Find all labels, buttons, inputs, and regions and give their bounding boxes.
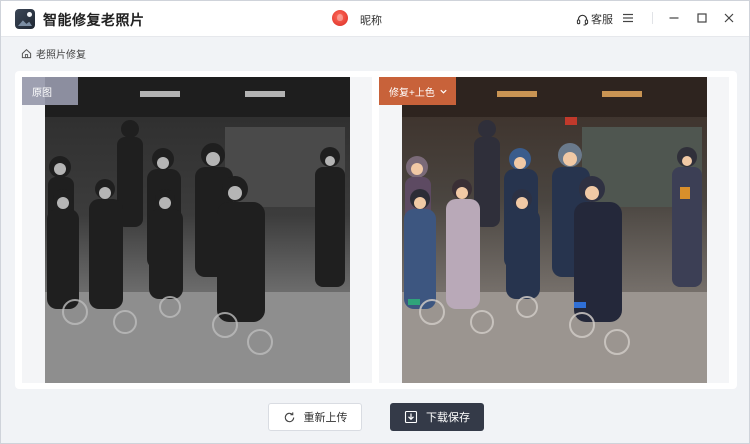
minimize-button[interactable] <box>666 10 682 26</box>
result-image-container: 修复+上色 <box>379 77 729 383</box>
refresh-icon <box>284 411 294 422</box>
customer-service-button[interactable]: 客服 <box>576 10 613 28</box>
mode-dropdown-label: 修复+上色 <box>389 87 435 99</box>
breadcrumb[interactable]: 老照片修复 <box>21 46 86 61</box>
minimize-icon <box>669 17 679 19</box>
home-icon <box>21 48 32 59</box>
user-nickname[interactable]: 昵称 <box>360 12 382 28</box>
hamburger-menu-icon <box>623 13 633 23</box>
close-button[interactable] <box>721 10 737 26</box>
download-save-button[interactable]: 下载保存 <box>390 403 484 431</box>
maximize-button[interactable] <box>694 10 710 26</box>
original-image-container: 原图 <box>22 77 372 383</box>
user-avatar[interactable] <box>332 10 348 26</box>
title-bar: 智能修复老照片 昵称 客服 <box>1 1 749 37</box>
app-logo-icon <box>15 9 35 29</box>
original-label: 原图 <box>22 77 78 105</box>
menu-button[interactable] <box>620 10 636 26</box>
close-icon <box>724 13 734 23</box>
headset-icon <box>576 14 589 26</box>
download-icon <box>404 410 418 424</box>
chevron-down-icon <box>440 89 447 94</box>
app-window: 智能修复老照片 昵称 客服 老照片修复 原图 修复+上色 重新上传 下载保存 <box>0 0 750 444</box>
mode-dropdown[interactable]: 修复+上色 <box>379 77 456 105</box>
original-photo <box>45 77 350 383</box>
reupload-label: 重新上传 <box>303 412 348 424</box>
comparison-panel: 原图 修复+上色 <box>15 71 737 389</box>
maximize-icon <box>697 13 707 23</box>
reupload-button[interactable]: 重新上传 <box>268 403 362 431</box>
download-save-label: 下载保存 <box>426 412 470 424</box>
breadcrumb-label: 老照片修复 <box>36 50 86 61</box>
titlebar-divider <box>652 12 653 24</box>
restored-photo <box>402 77 707 383</box>
app-title: 智能修复老照片 <box>43 12 145 28</box>
customer-service-label: 客服 <box>591 14 613 26</box>
